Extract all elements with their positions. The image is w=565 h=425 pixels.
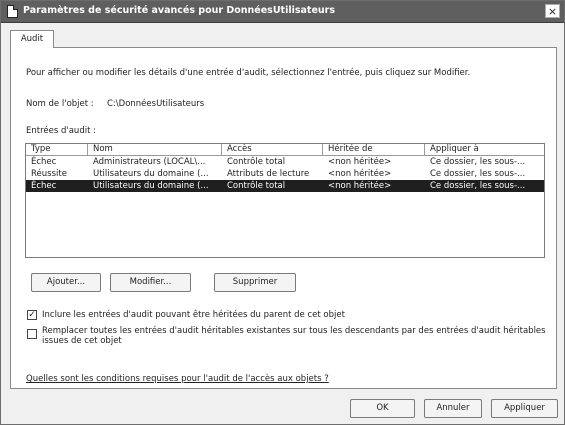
edit-button[interactable]: Modifier... <box>110 273 191 292</box>
window-title: Paramètres de sécurité avancés pour Donn… <box>23 5 336 16</box>
cancel-button[interactable]: Annuler <box>424 399 482 418</box>
table-row[interactable]: Échec Administrateurs (LOCAL\... Contrôl… <box>26 156 544 168</box>
cell-access: Attributs de lecture <box>227 169 310 179</box>
audit-requirements-link[interactable]: Quelles sont les conditions requises pou… <box>26 374 329 384</box>
cell-name: Utilisateurs du domaine (... <box>93 169 209 179</box>
tab-audit[interactable]: Audit <box>10 30 54 48</box>
cell-apply: Ce dossier, les sous-... <box>430 181 526 191</box>
apply-button[interactable]: Appliquer <box>491 399 558 418</box>
cell-access: Contrôle total <box>227 157 286 167</box>
cell-inherited: <non héritée> <box>328 181 392 191</box>
audit-entries-list[interactable]: Type Nom Accès Héritée de Appliquer à Éc… <box>25 143 545 258</box>
cell-inherited: <non héritée> <box>328 169 392 179</box>
cell-apply: Ce dossier, les sous-... <box>430 157 526 167</box>
ok-button[interactable]: OK <box>350 399 415 418</box>
object-name-label: Nom de l'objet : <box>26 99 94 109</box>
list-header: Type Nom Accès Héritée de Appliquer à <box>26 144 544 156</box>
title-bar[interactable]: Paramètres de sécurité avancés pour Donn… <box>1 1 564 23</box>
audit-entries-label: Entrées d'audit : <box>26 126 96 136</box>
description-text: Pour afficher ou modifier les détails d'… <box>26 68 471 78</box>
column-header-name[interactable]: Nom <box>88 144 222 155</box>
remove-button[interactable]: Supprimer <box>214 273 296 292</box>
table-row[interactable]: Réussite Utilisateurs du domaine (... At… <box>26 168 544 180</box>
cell-type: Échec <box>31 157 57 167</box>
column-header-access[interactable]: Accès <box>222 144 323 155</box>
cell-apply: Ce dossier, les sous-... <box>430 169 526 179</box>
close-button[interactable]: × <box>545 4 560 18</box>
object-name-value: C:\DonnéesUtilisateurs <box>107 99 205 109</box>
cell-inherited: <non héritée> <box>328 157 392 167</box>
cell-name: Administrateurs (LOCAL\... <box>93 157 206 167</box>
table-row-selected[interactable]: Échec Utilisateurs du domaine (... Contr… <box>26 180 544 192</box>
audit-panel: Pour afficher ou modifier les détails d'… <box>10 47 557 389</box>
cell-access: Contrôle total <box>227 181 286 191</box>
add-button[interactable]: Ajouter... <box>31 273 101 292</box>
cell-type: Échec <box>31 181 57 191</box>
folder-icon <box>7 5 18 18</box>
replace-descendants-label[interactable]: Remplacer toutes les entrées d'audit hér… <box>42 326 552 346</box>
advanced-security-dialog: Paramètres de sécurité avancés pour Donn… <box>0 0 565 425</box>
column-header-apply[interactable]: Appliquer à <box>425 144 544 155</box>
replace-descendants-checkbox[interactable] <box>27 329 37 339</box>
cell-type: Réussite <box>31 169 67 179</box>
include-inheritable-checkbox[interactable]: ✓ <box>27 310 37 320</box>
column-header-inherited[interactable]: Héritée de <box>323 144 425 155</box>
include-inheritable-label[interactable]: Inclure les entrées d'audit pouvant être… <box>42 310 552 320</box>
cell-name: Utilisateurs du domaine (... <box>93 181 209 191</box>
column-header-type[interactable]: Type <box>26 144 88 155</box>
